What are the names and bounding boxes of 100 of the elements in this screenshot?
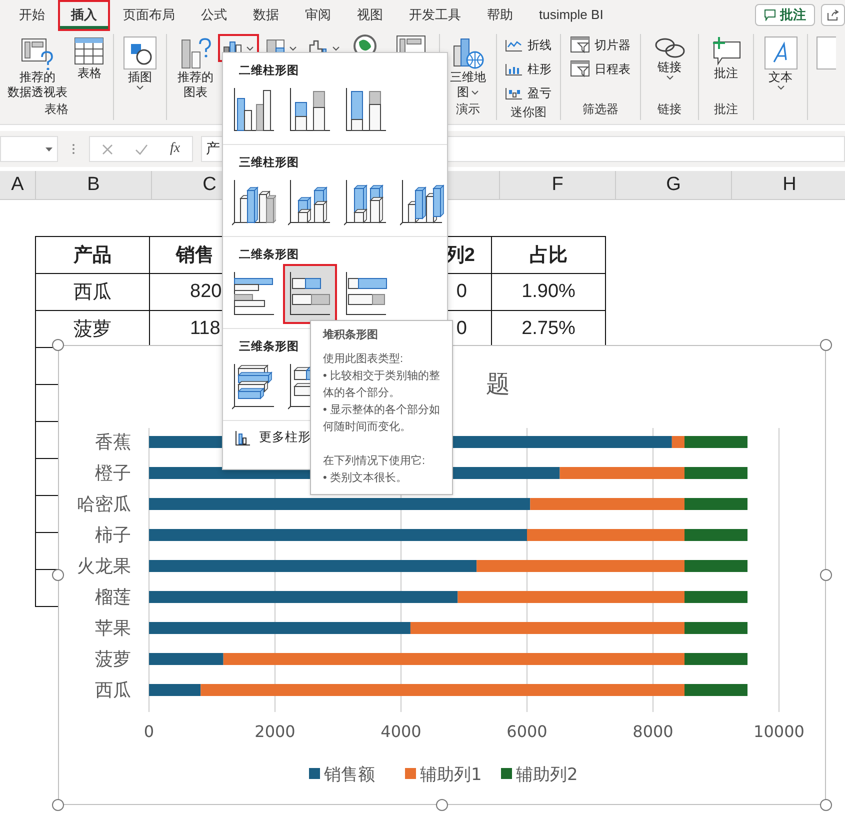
ribbon-button[interactable]: 三维地 图: [450, 34, 486, 100]
axis-label: 6000: [506, 722, 548, 741]
legend-label: 销售额: [324, 765, 375, 785]
ribbon-button[interactable]: 推荐的 图表: [178, 34, 214, 100]
table-cell: 1.90%: [522, 281, 576, 303]
map-globe-icon: [451, 36, 486, 70]
text-box-icon: [764, 36, 798, 70]
tooltip-text: • 类别文本很长。: [323, 470, 408, 486]
resize-handle[interactable]: [52, 799, 64, 811]
ribbon-button[interactable]: 日程表: [570, 58, 630, 80]
ribbon-button[interactable]: 文本: [764, 34, 798, 90]
resize-handle[interactable]: [52, 339, 64, 351]
section-title: 二维条形图: [239, 247, 299, 262]
ribbon-tab[interactable]: 开发工具: [398, 2, 472, 28]
header-cell-text: 销售: [176, 244, 214, 268]
bar-chart-icon: [232, 270, 276, 318]
ribbon-button[interactable]: 盈亏: [505, 82, 552, 104]
ribbon-tab[interactable]: tusimple BI: [528, 3, 614, 27]
section-title: 二维柱形图: [239, 63, 299, 78]
ribbon-button[interactable]: 批注: [710, 34, 742, 81]
ribbon-button[interactable]: 表格: [73, 34, 106, 81]
ribbon-button[interactable]: 切片器: [570, 34, 630, 56]
category-label: 西瓜: [95, 680, 131, 701]
tooltip-text: 使用此图表类型:: [323, 352, 404, 367]
chart-type-option[interactable]: [285, 266, 335, 322]
resize-handle[interactable]: [436, 799, 448, 811]
sparkline-winloss-icon: [505, 86, 524, 100]
sparkline-column-icon: [505, 62, 524, 76]
resize-handle[interactable]: [52, 569, 64, 581]
ribbon-button[interactable]: 插图: [122, 34, 157, 90]
table-cell: 0: [456, 281, 467, 303]
ribbon-tab[interactable]: 插入: [60, 2, 108, 28]
ribbon-tab[interactable]: 页面布局: [112, 2, 186, 28]
ribbon-tab[interactable]: 开始: [8, 2, 56, 28]
axis-label: 0: [144, 722, 154, 741]
comments-button[interactable]: 批注: [755, 4, 815, 26]
bar-chart-icon: [232, 362, 276, 410]
ribbon-tab[interactable]: 审阅: [294, 2, 342, 28]
column-chart-icon: [400, 178, 444, 226]
header-cell-text: 占比: [530, 244, 568, 268]
comment-add-icon: [710, 36, 742, 66]
column-header[interactable]: F: [552, 174, 564, 196]
category-label: 菠萝: [95, 649, 131, 670]
ribbon-button[interactable]: 折线: [505, 34, 552, 56]
category-label: 香蕉: [95, 432, 131, 453]
table-icon: [73, 36, 106, 66]
column-chart-icon: [344, 86, 388, 134]
header-cell-text: 产品: [74, 244, 112, 268]
ribbon-button[interactable]: 柱形: [505, 58, 552, 80]
column-chart-icon: [288, 86, 332, 134]
check-icon[interactable]: [135, 144, 148, 154]
table-cell: 2.75%: [522, 318, 576, 340]
resize-handle[interactable]: [820, 569, 832, 581]
group-label: 迷你图: [510, 104, 546, 121]
bar-chart-icon: [288, 270, 332, 318]
tooltip-title: 堆积条形图: [323, 328, 379, 343]
share-button[interactable]: [821, 4, 845, 26]
share-icon: [827, 9, 839, 21]
link-icon: [654, 36, 686, 60]
group-label: 链接: [658, 101, 682, 118]
group-label: 批注: [714, 101, 738, 118]
category-label: 榴莲: [95, 587, 131, 608]
column-chart-icon: [235, 430, 251, 446]
insert-function-button[interactable]: fx: [170, 141, 180, 157]
sparkline-line-icon: [505, 38, 524, 52]
column-header[interactable]: C: [202, 174, 216, 196]
column-chart-icon: [344, 178, 388, 226]
category-label: 火龙果: [77, 556, 131, 577]
column-header[interactable]: G: [666, 174, 681, 196]
column-chart-icon: [232, 178, 276, 226]
axis-label: 10000: [754, 722, 804, 741]
chart-type-button[interactable]: [220, 36, 257, 60]
column-chart-icon: [232, 86, 276, 134]
column-header[interactable]: H: [782, 174, 796, 196]
grip-icon: [72, 143, 75, 155]
ribbon-button[interactable]: 推荐的 数据透视表: [7, 34, 68, 100]
resize-handle[interactable]: [820, 339, 832, 351]
bar-chart-icon: [344, 270, 388, 318]
category-label: 柿子: [95, 525, 131, 546]
ribbon-tab[interactable]: 数据: [242, 2, 290, 28]
group-label: 演示: [456, 101, 480, 118]
table-cell-text: 西瓜: [74, 281, 112, 305]
column-header[interactable]: B: [87, 174, 100, 196]
ribbon-button[interactable]: 链接: [654, 34, 686, 80]
comment-icon: [764, 9, 776, 21]
table-cell: 118: [190, 318, 220, 340]
legend-label: 辅助列1: [420, 765, 482, 785]
axis-label: 8000: [632, 722, 674, 741]
axis-label: 2000: [254, 722, 296, 741]
filter-panel-icon: [570, 36, 590, 54]
pivot-table-icon: [20, 36, 54, 70]
column-header[interactable]: A: [11, 174, 24, 196]
ribbon-tab[interactable]: 公式: [190, 2, 238, 28]
table-cell: 0: [456, 318, 467, 340]
ribbon-tab[interactable]: 帮助: [476, 2, 524, 28]
group-label: 表格: [44, 101, 68, 118]
resize-handle[interactable]: [820, 799, 832, 811]
ribbon-tab[interactable]: 视图: [346, 2, 394, 28]
caret-icon: [45, 146, 53, 152]
category-label: 橙子: [95, 463, 131, 484]
